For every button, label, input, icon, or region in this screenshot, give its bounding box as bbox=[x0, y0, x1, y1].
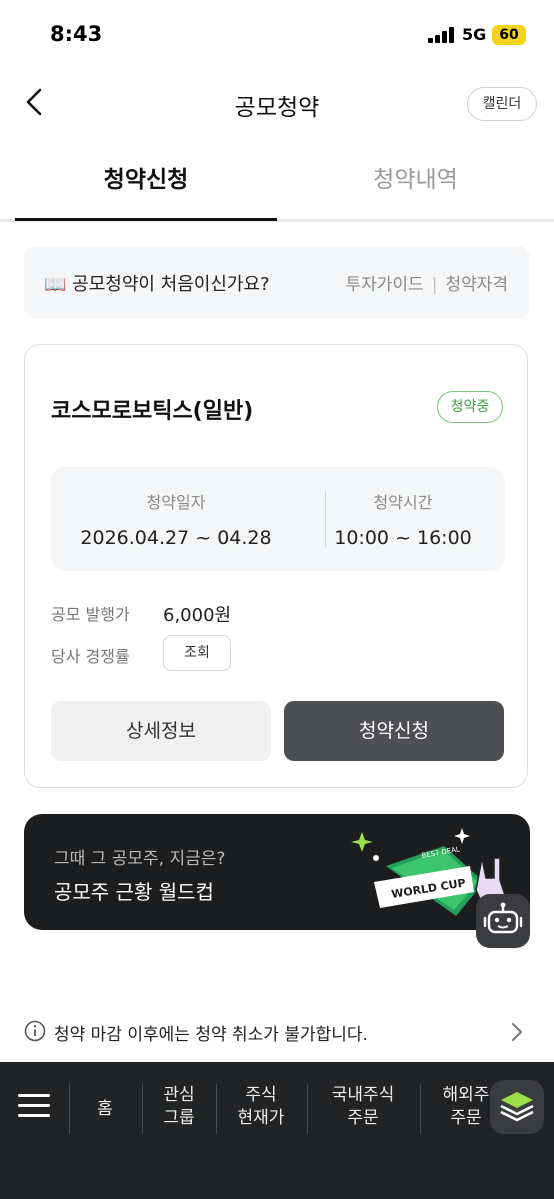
chatbot-button[interactable] bbox=[476, 894, 530, 948]
network-label: 5G bbox=[462, 25, 487, 44]
tab-apply[interactable]: 청약신청 bbox=[15, 160, 277, 194]
guide-link-divider: | bbox=[431, 275, 438, 295]
nav-watchlist[interactable]: 관심 그룹 bbox=[143, 1084, 215, 1130]
subscription-date: 청약일자 2026.04.27 ~ 04.28 bbox=[51, 489, 301, 549]
subscription-time-value: 10:00 ~ 16:00 bbox=[334, 527, 472, 549]
subscription-time-label: 청약시간 bbox=[373, 493, 433, 512]
robot-icon bbox=[483, 902, 523, 934]
status-badge: 청약중 bbox=[437, 391, 503, 423]
schedule-box: 청약일자 2026.04.27 ~ 04.28 청약시간 10:00 ~ 16:… bbox=[51, 467, 505, 571]
notice-text: 청약 마감 이후에는 청약 취소가 불가합니다. bbox=[54, 1025, 368, 1045]
guide-links: 투자가이드 | 청약자격 bbox=[346, 270, 509, 295]
promo-banner[interactable]: 그때 그 공모주, 지금은? 공모주 근황 월드컵 BEST DEAL WORL… bbox=[24, 814, 530, 930]
nav-domestic-order[interactable]: 국내주식 주문 bbox=[308, 1084, 418, 1130]
layers-button[interactable] bbox=[490, 1080, 544, 1134]
layers-icon bbox=[500, 1092, 534, 1122]
nav-bar: 공모청약 캘린더 bbox=[0, 70, 554, 134]
competition-label: 당사 경쟁률 bbox=[51, 647, 130, 666]
chevron-right-icon bbox=[512, 1023, 522, 1041]
info-icon bbox=[24, 1020, 46, 1042]
menu-button[interactable] bbox=[16, 1090, 54, 1122]
eligibility-link[interactable]: 청약자격 bbox=[445, 275, 508, 295]
battery-icon: 60 bbox=[492, 25, 526, 45]
signal-icon bbox=[428, 27, 456, 43]
subscription-date-label: 청약일자 bbox=[146, 493, 206, 512]
apply-button[interactable]: 청약신청 bbox=[284, 701, 504, 761]
nav-stock-price[interactable]: 주식 현재가 bbox=[217, 1084, 305, 1130]
calendar-button[interactable]: 캘린더 bbox=[467, 87, 537, 121]
status-bar: 8:43 5G 60 bbox=[0, 0, 554, 70]
competition-lookup-button[interactable]: 조회 bbox=[163, 635, 231, 671]
nav-home[interactable]: 홈 bbox=[70, 1098, 140, 1121]
promo-subtitle: 그때 그 공모주, 지금은? bbox=[54, 849, 226, 869]
offer-price-value: 6,000원 bbox=[163, 605, 232, 626]
subscription-time: 청약시간 10:00 ~ 16:00 bbox=[301, 489, 505, 549]
promo-title: 공모주 근황 월드컵 bbox=[54, 880, 214, 904]
guide-text: 📖 공모청약이 처음이신가요? bbox=[44, 274, 270, 295]
investment-guide-link[interactable]: 투자가이드 bbox=[346, 275, 424, 295]
guide-banner: 📖 공모청약이 처음이신가요? 투자가이드 | 청약자격 bbox=[24, 246, 530, 318]
subscription-date-value: 2026.04.27 ~ 04.28 bbox=[80, 527, 272, 549]
tab-active-indicator bbox=[15, 218, 277, 221]
status-time: 8:43 bbox=[50, 22, 103, 46]
cancel-notice[interactable]: 청약 마감 이후에는 청약 취소가 불가합니다. bbox=[24, 1016, 530, 1050]
tab-bar: 청약신청 청약내역 bbox=[0, 148, 554, 222]
offering-name: 코스모로보틱스(일반) bbox=[51, 399, 254, 424]
tab-history[interactable]: 청약내역 bbox=[277, 160, 554, 194]
detail-button[interactable]: 상세정보 bbox=[51, 701, 271, 761]
bottom-nav: 홈 관심 그룹 주식 현재가 국내주식 주문 해외주 주문 bbox=[0, 1062, 554, 1199]
offering-card: 코스모로보틱스(일반) 청약중 청약일자 2026.04.27 ~ 04.28 … bbox=[24, 344, 528, 788]
offer-price-label: 공모 발행가 bbox=[51, 605, 130, 624]
